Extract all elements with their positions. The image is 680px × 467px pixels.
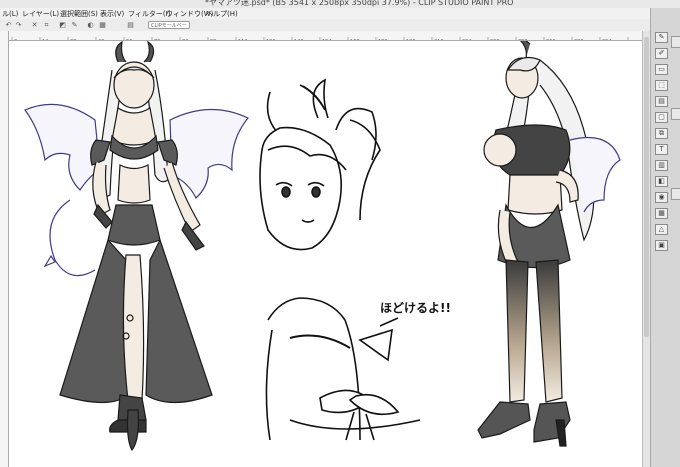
eraser-icon[interactable]: ▭ <box>655 64 668 75</box>
shortcut-pill[interactable]: CLIPモールベータ <box>148 21 190 37</box>
menu-item-tool[interactable]: ル(L) <box>2 9 18 19</box>
right-tool-panel: ✎ ✐ ▭ ⬚ ▤ ▢ ⧉ T ▥ ◧ ◉ ▦ △ ▣ <box>650 8 680 467</box>
shape-icon[interactable]: △ <box>655 224 668 235</box>
fill-icon[interactable]: ◩ <box>58 21 67 29</box>
mesh-icon[interactable]: ▦ <box>655 208 668 219</box>
annotation-text: ほどけるよ!! <box>380 301 451 315</box>
pen-icon[interactable]: ✐ <box>655 48 668 59</box>
text-icon[interactable]: T <box>655 144 668 155</box>
face-closeup-sketch <box>259 78 421 441</box>
folder-icon[interactable]: ▢ <box>655 112 668 123</box>
panel-tab[interactable] <box>671 108 680 120</box>
palette-icon[interactable]: ◐ <box>86 21 95 29</box>
eyedropper-icon[interactable]: ✎ <box>70 21 79 29</box>
grid-icon[interactable]: ▦ <box>98 21 107 29</box>
menu-item-selection[interactable]: 選択範囲(S) <box>60 9 98 19</box>
ruler-icon[interactable]: ▥ <box>655 160 668 171</box>
horizontal-ruler: 0142842567084981121261401541681821962102… <box>8 31 642 41</box>
vertical-ruler <box>0 31 9 467</box>
redo-icon[interactable]: ↷ <box>14 21 23 29</box>
menu-item-layer[interactable]: レイヤー(L) <box>22 9 59 19</box>
clear-icon[interactable]: ✕ <box>30 21 39 29</box>
color-icon[interactable]: ◉ <box>655 192 668 203</box>
frame-icon[interactable]: ▣ <box>655 240 668 251</box>
gradient-icon[interactable]: ◧ <box>655 176 668 187</box>
layer-icon[interactable]: ▤ <box>126 21 135 29</box>
menu-item-help[interactable]: ヘルプ(H) <box>206 9 238 19</box>
scrollbar-thumb[interactable] <box>644 37 649 337</box>
select-icon[interactable]: ⬚ <box>655 80 668 91</box>
panel-tab[interactable] <box>671 36 680 48</box>
drawing-canvas[interactable]: ほどけるよ!! <box>9 41 642 467</box>
copy-icon[interactable]: ⧉ <box>655 128 668 139</box>
title-bar: *ヤマアツ迷.psd* (B5 3541 x 2508px 350dpi 37.… <box>0 0 680 8</box>
sketch-artwork: ほどけるよ!! <box>24 41 621 452</box>
front-view-figure <box>24 41 249 452</box>
brush-icon[interactable]: ✎ <box>655 32 668 43</box>
panel-tab[interactable] <box>671 188 680 200</box>
layer-icon[interactable]: ▤ <box>655 96 668 107</box>
menu-item-view[interactable]: 表示(V) <box>100 9 124 19</box>
transform-icon[interactable]: ⌗ <box>42 21 51 29</box>
back-view-figure <box>477 41 621 447</box>
menu-item-filter[interactable]: フィルター(I) <box>128 9 170 19</box>
undo-icon[interactable]: ↶ <box>4 21 13 29</box>
window-title: *ヤマアツ迷.psd* (B5 3541 x 2508px 350dpi 37.… <box>205 0 514 7</box>
